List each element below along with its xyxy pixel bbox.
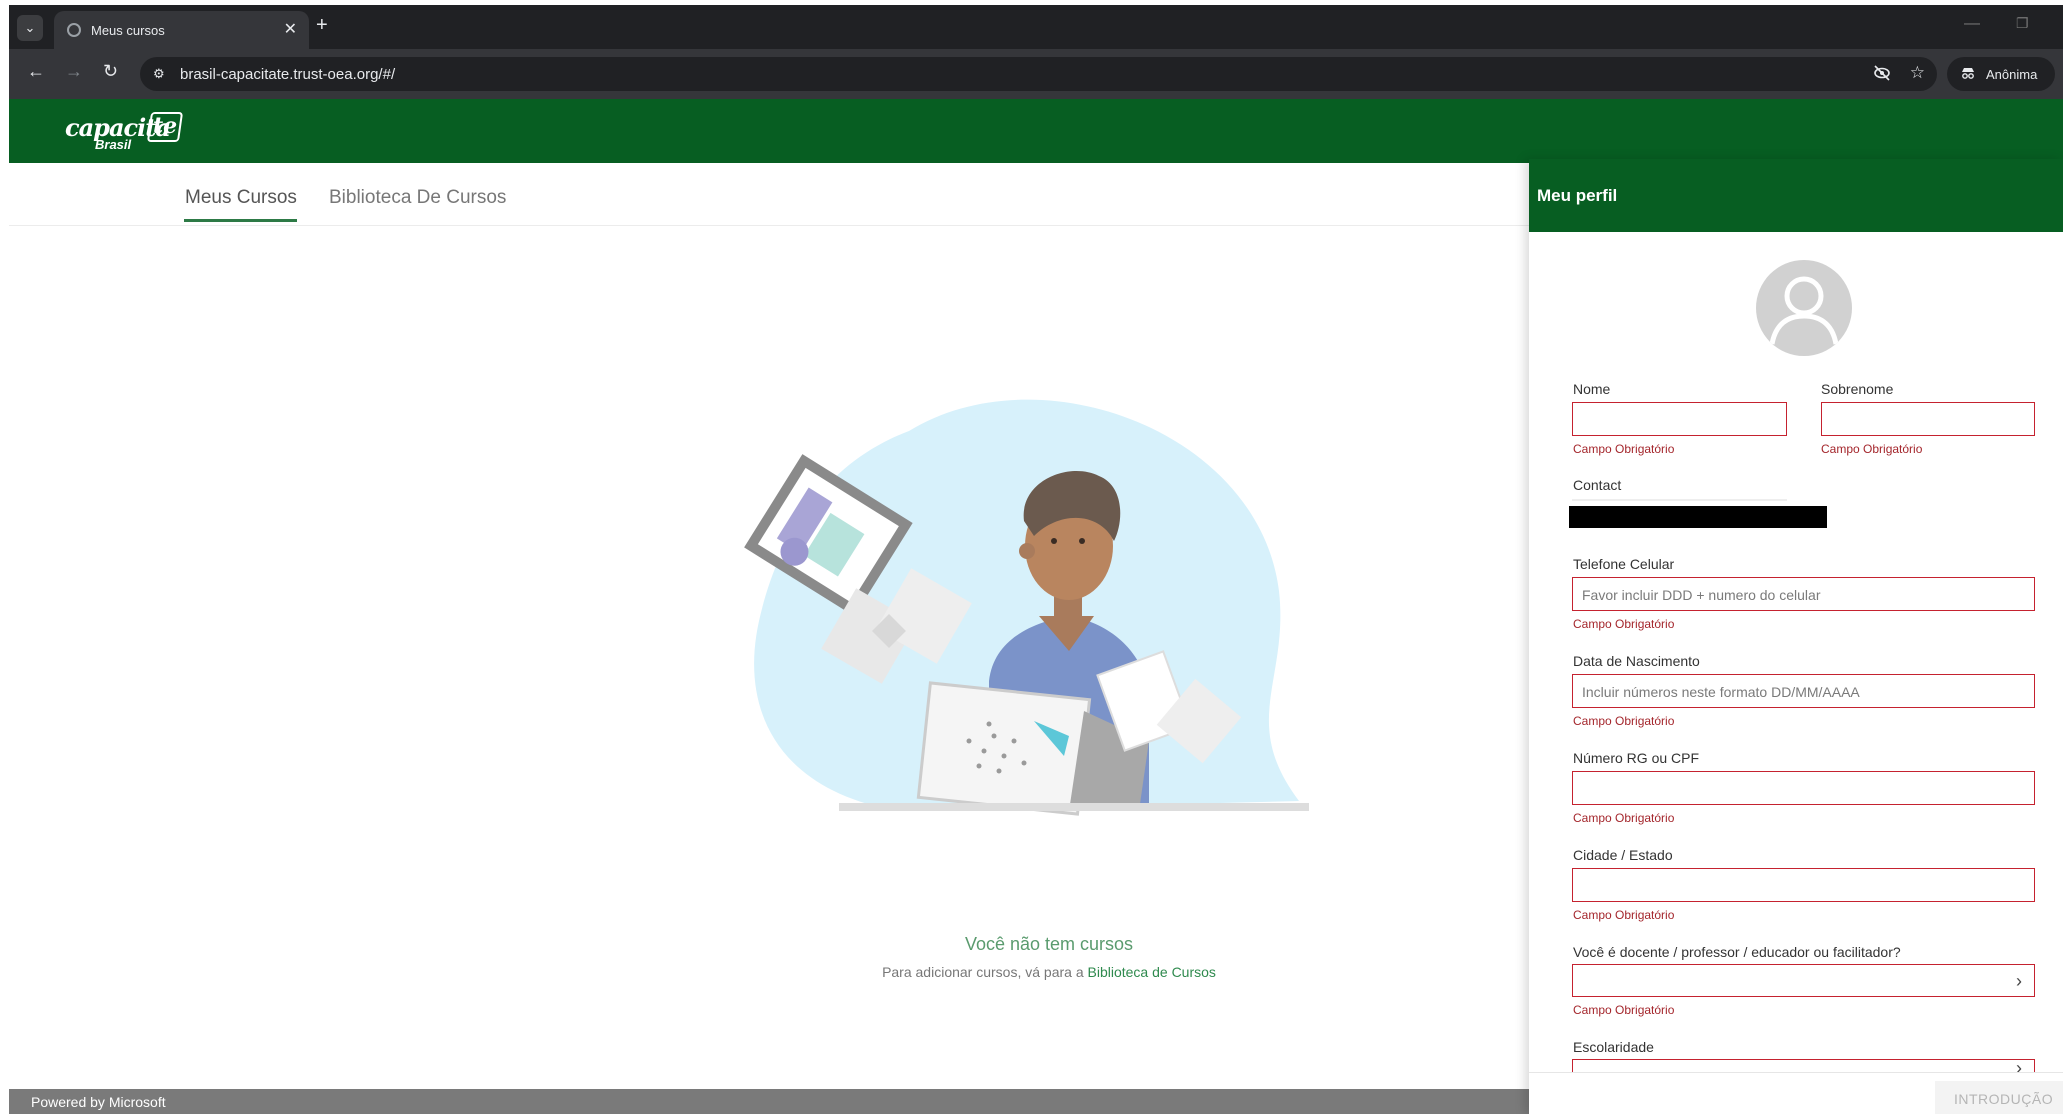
rg-cpf-input[interactable] — [1572, 771, 2035, 805]
empty-state-subtitle-text: Para adicionar cursos, vá para a — [882, 964, 1084, 980]
incognito-profile-chip[interactable]: Anônima — [1947, 57, 2055, 91]
introducao-button[interactable]: INTRODUÇÃO — [1935, 1081, 2063, 1114]
chevron-right-icon: › — [2016, 1059, 2022, 1072]
contact-field-underline — [1572, 499, 1787, 501]
docente-dropdown[interactable]: › — [1572, 964, 2035, 997]
browser-window: ⌄ Meus cursos ✕ + — ❐ ← → ↻ ⚙ brasil-cap… — [9, 5, 2063, 1114]
introducao-label: INTRODUÇÃO — [1954, 1091, 2054, 1107]
nascimento-label: Data de Nascimento — [1573, 653, 1700, 669]
forward-arrow-icon[interactable]: → — [65, 61, 83, 82]
browser-tab-bar: ⌄ Meus cursos ✕ + — ❐ — [9, 5, 2063, 49]
course-tabs: Meus Cursos Biblioteca De Cursos — [9, 163, 1529, 226]
profile-panel-header: Meu perfil — [1529, 159, 2063, 232]
cidade-label: Cidade / Estado — [1573, 847, 1673, 863]
app-header: capacita te Brasil — [9, 99, 2063, 163]
profile-panel-title: Meu perfil — [1537, 186, 1618, 205]
new-tab-icon[interactable]: + — [316, 14, 328, 37]
globe-icon — [67, 23, 81, 37]
browser-tab[interactable]: Meus cursos ✕ — [54, 11, 309, 49]
tab-search-chevron-icon[interactable]: ⌄ — [17, 15, 43, 41]
chevron-right-icon: › — [2016, 971, 2022, 991]
url-text[interactable]: brasil-capacitate.trust-oea.org/#/ — [180, 66, 395, 83]
footer-bar: Powered by Microsoft — [9, 1089, 1529, 1114]
avatar-icon[interactable] — [1756, 260, 1852, 356]
reload-icon[interactable]: ↻ — [103, 61, 118, 82]
active-tab-indicator — [184, 219, 297, 222]
profile-panel: Meu perfil Nome Campo Obrigatório Sobren… — [1529, 159, 2063, 1114]
tab-meus-cursos[interactable]: Meus Cursos — [185, 187, 297, 209]
bookmark-star-icon[interactable]: ☆ — [1910, 63, 1925, 83]
page-frame: ⌄ Meus cursos ✕ + — ❐ ← → ↻ ⚙ brasil-cap… — [0, 0, 2063, 1114]
docente-error: Campo Obrigatório — [1573, 1003, 1675, 1017]
cidade-input[interactable] — [1572, 868, 2035, 902]
rg-cpf-label: Número RG ou CPF — [1573, 750, 1700, 766]
logo-sub-text: Brasil — [95, 137, 132, 152]
nome-error: Campo Obrigatório — [1573, 442, 1675, 456]
contact-label: Contact — [1573, 477, 1622, 493]
minimize-icon[interactable]: — — [1964, 15, 1980, 33]
telefone-label: Telefone Celular — [1573, 556, 1675, 572]
site-settings-icon[interactable]: ⚙ — [153, 66, 165, 82]
restore-icon[interactable]: ❐ — [2016, 15, 2029, 32]
nascimento-error: Campo Obrigatório — [1573, 714, 1675, 728]
tab-biblioteca-de-cursos[interactable]: Biblioteca De Cursos — [329, 187, 506, 209]
logo-accent-text: te — [153, 113, 178, 139]
close-tab-icon[interactable]: ✕ — [284, 19, 297, 39]
telefone-input[interactable]: Favor incluir DDD + numero do celular — [1572, 577, 2035, 611]
profile-label: Anônima — [1986, 67, 2038, 82]
escolaridade-label: Escolaridade — [1573, 1039, 1654, 1055]
cidade-error: Campo Obrigatório — [1573, 908, 1675, 922]
sobrenome-label: Sobrenome — [1821, 381, 1894, 397]
main-content: Você não tem cursos Para adicionar curso… — [9, 226, 1529, 1094]
nascimento-input[interactable]: Incluir números neste formato DD/MM/AAAA — [1572, 674, 2035, 708]
incognito-icon — [1960, 65, 1976, 84]
sobrenome-error: Campo Obrigatório — [1821, 442, 1923, 456]
profile-panel-footer: INTRODUÇÃO — [1529, 1072, 2063, 1114]
capacitate-logo[interactable]: capacita te Brasil — [65, 112, 185, 153]
telefone-error: Campo Obrigatório — [1573, 617, 1675, 631]
back-arrow-icon[interactable]: ← — [27, 61, 45, 82]
nome-input[interactable] — [1572, 402, 1787, 436]
tab-title: Meus cursos — [91, 23, 165, 38]
library-link[interactable]: Biblioteca de Cursos — [1088, 964, 1216, 980]
footer-text: Powered by Microsoft — [31, 1094, 166, 1110]
telefone-placeholder: Favor incluir DDD + numero do celular — [1582, 587, 1821, 603]
contact-redacted-value — [1569, 506, 1827, 528]
escolaridade-dropdown[interactable]: › — [1572, 1059, 2035, 1072]
nome-label: Nome — [1573, 381, 1611, 397]
address-bar[interactable]: ⚙ brasil-capacitate.trust-oea.org/#/ ☆ — [140, 57, 1937, 91]
empty-courses-illustration — [744, 399, 1309, 816]
eye-off-icon[interactable] — [1873, 64, 1891, 87]
nascimento-placeholder: Incluir números neste formato DD/MM/AAAA — [1582, 684, 1860, 700]
browser-toolbar: ← → ↻ ⚙ brasil-capacitate.trust-oea.org/… — [9, 49, 2063, 99]
sobrenome-input[interactable] — [1821, 402, 2035, 436]
rg-cpf-error: Campo Obrigatório — [1573, 811, 1675, 825]
docente-label: Você é docente / professor / educador ou… — [1573, 944, 1901, 960]
